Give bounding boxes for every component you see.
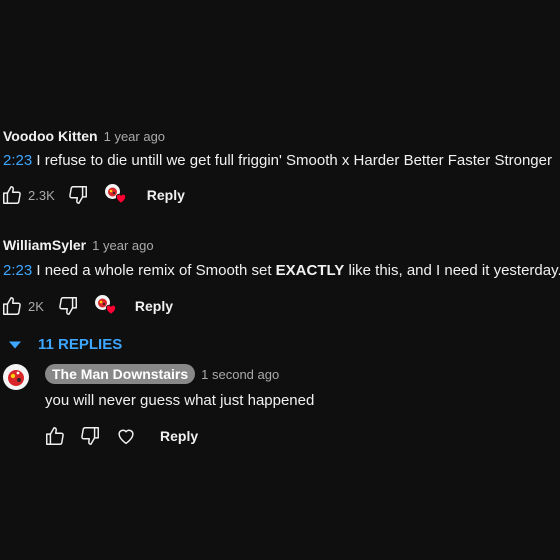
dislike-icon[interactable] [79, 425, 101, 447]
timestamp-link[interactable]: 2:23 [3, 262, 32, 279]
replies-label: 11 REPLIES [38, 336, 123, 353]
comment-2: WilliamSyler 1 year ago 2:23 I need a wh… [0, 237, 560, 318]
comment-actions: 2K Reply [0, 294, 560, 318]
comment-time[interactable]: 1 year ago [92, 238, 153, 253]
comment-text: 2:23 I need a whole remix of Smooth set … [0, 262, 560, 279]
creator-heart-icon [94, 295, 119, 317]
comment-header: WilliamSyler 1 year ago [0, 237, 560, 253]
like-icon[interactable] [1, 184, 23, 206]
comment-text-bold: EXACTLY [275, 262, 345, 279]
creator-heart-icon [104, 184, 129, 206]
dislike-icon[interactable] [57, 295, 79, 317]
reply-button[interactable]: Reply [160, 428, 198, 444]
comment-time[interactable]: 1 year ago [104, 129, 165, 144]
reply-actions: Reply [0, 424, 560, 448]
reply-time[interactable]: 1 second ago [201, 367, 279, 382]
reply-button[interactable]: Reply [135, 298, 173, 314]
like-count: 2K [28, 298, 44, 314]
comment-author[interactable]: Voodoo Kitten [3, 128, 98, 144]
reply-button[interactable]: Reply [147, 187, 185, 203]
comment-text-part: like this, and I need it yesterday. [344, 262, 560, 279]
timestamp-link[interactable]: 2:23 [3, 152, 32, 169]
comment-text-body: I refuse to die untill we get full frigg… [32, 152, 552, 169]
comment-text-part: I need a whole remix of Smooth set [32, 262, 276, 279]
dislike-icon[interactable] [67, 184, 89, 206]
comment-author[interactable]: WilliamSyler [3, 237, 86, 253]
replies-toggle[interactable]: 11 REPLIES [8, 336, 122, 353]
comment-text: 2:23 I refuse to die untill we get full … [0, 152, 560, 169]
like-icon[interactable] [44, 425, 66, 447]
reply-author[interactable]: The Man Downstairs [45, 364, 196, 384]
comment-actions: 2.3K Reply [0, 183, 560, 207]
reply-header: The Man Downstairs 1 second ago [0, 364, 560, 384]
comment-1: Voodoo Kitten 1 year ago 2:23 I refuse t… [0, 128, 560, 207]
chevron-down-icon [8, 340, 22, 350]
heart-outline-icon[interactable] [115, 425, 137, 447]
comment-header: Voodoo Kitten 1 year ago [0, 128, 560, 144]
reply-comment: The Man Downstairs 1 second ago you will… [0, 364, 560, 448]
like-icon[interactable] [1, 295, 23, 317]
reply-text: you will never guess what just happened [45, 392, 315, 409]
like-count: 2.3K [28, 187, 55, 203]
